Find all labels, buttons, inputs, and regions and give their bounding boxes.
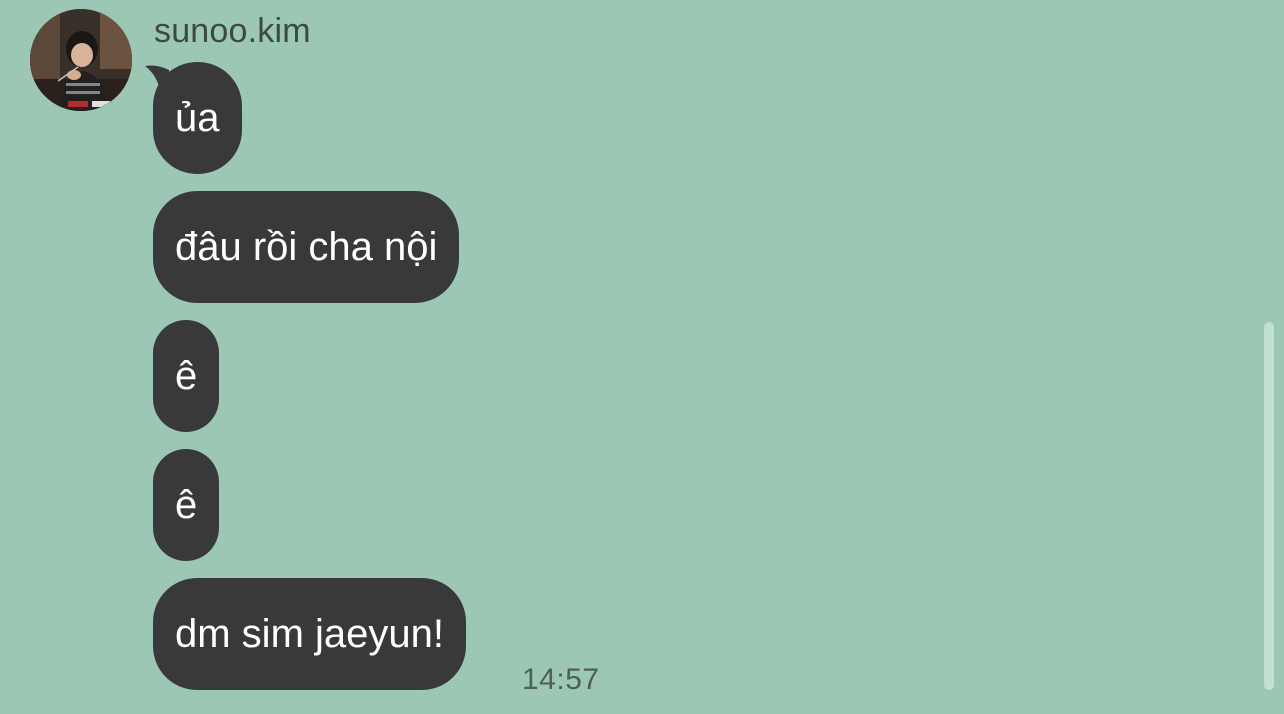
message-bubble[interactable]: dm sim jaeyun! <box>153 578 466 690</box>
message-text: đâu rồi cha nội <box>175 225 438 269</box>
message-text: ê <box>175 483 198 527</box>
message-timestamp: 14:57 <box>522 663 600 696</box>
scrollbar[interactable] <box>1264 322 1274 690</box>
avatar[interactable] <box>30 9 132 111</box>
message-bubble[interactable]: ê <box>153 449 220 561</box>
message-text: ê <box>175 354 198 398</box>
sender-name: sunoo.kim <box>154 12 311 50</box>
message-text: ủa <box>175 96 220 140</box>
message-bubble[interactable]: ủa <box>153 62 242 174</box>
profile-photo-icon <box>30 9 132 111</box>
message-text: dm sim jaeyun! <box>175 612 444 656</box>
chat-thread: sunoo.kim ủa đâu rồi cha nội ê ê dm sim … <box>0 0 1284 714</box>
message-bubble[interactable]: đâu rồi cha nội <box>153 191 460 303</box>
message-bubble[interactable]: ê <box>153 320 220 432</box>
